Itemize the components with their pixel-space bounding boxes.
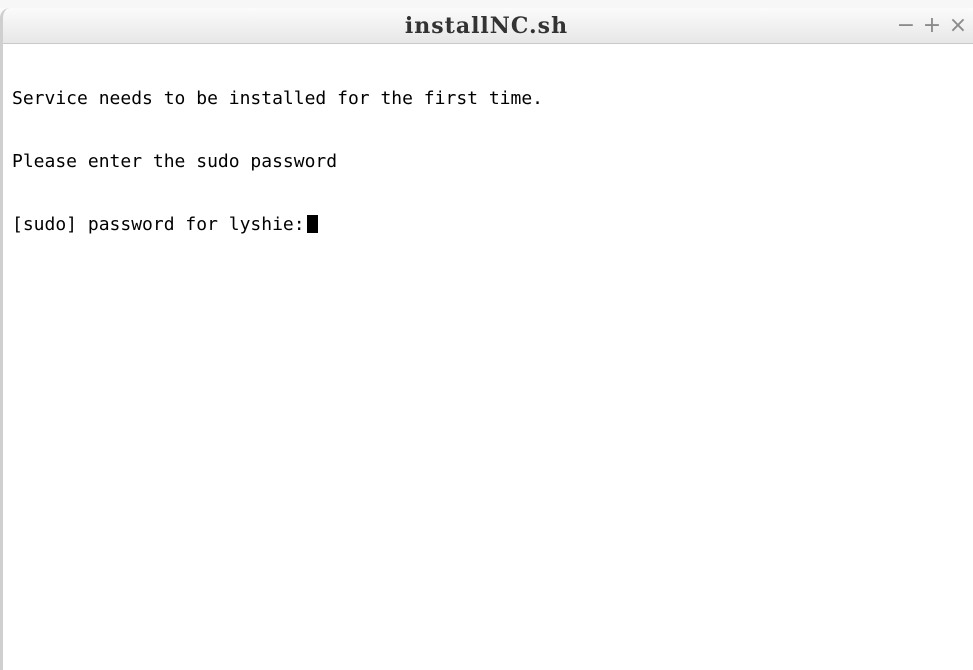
close-icon[interactable]: × — [949, 15, 967, 37]
minimize-icon[interactable]: − — [897, 15, 915, 37]
maximize-icon[interactable]: + — [923, 15, 941, 37]
terminal-line: Please enter the sudo password — [12, 151, 338, 172]
sudo-prompt: [sudo] password for lyshie: — [12, 214, 305, 235]
title-bar[interactable]: installNC.sh − + × — [0, 8, 973, 44]
terminal-window: installNC.sh − + × Service needs to be i… — [0, 0, 973, 670]
window-left-border — [0, 8, 12, 670]
window-controls: − + × — [897, 8, 967, 44]
terminal-output[interactable]: Service needs to be installed for the fi… — [12, 46, 967, 666]
background-window-strip — [0, 0, 973, 8]
window-title: installNC.sh — [404, 13, 569, 39]
terminal-line: Service needs to be installed for the fi… — [12, 88, 544, 109]
terminal-prompt-line: [sudo] password for lyshie: — [12, 214, 967, 235]
text-cursor[interactable] — [306, 215, 318, 233]
